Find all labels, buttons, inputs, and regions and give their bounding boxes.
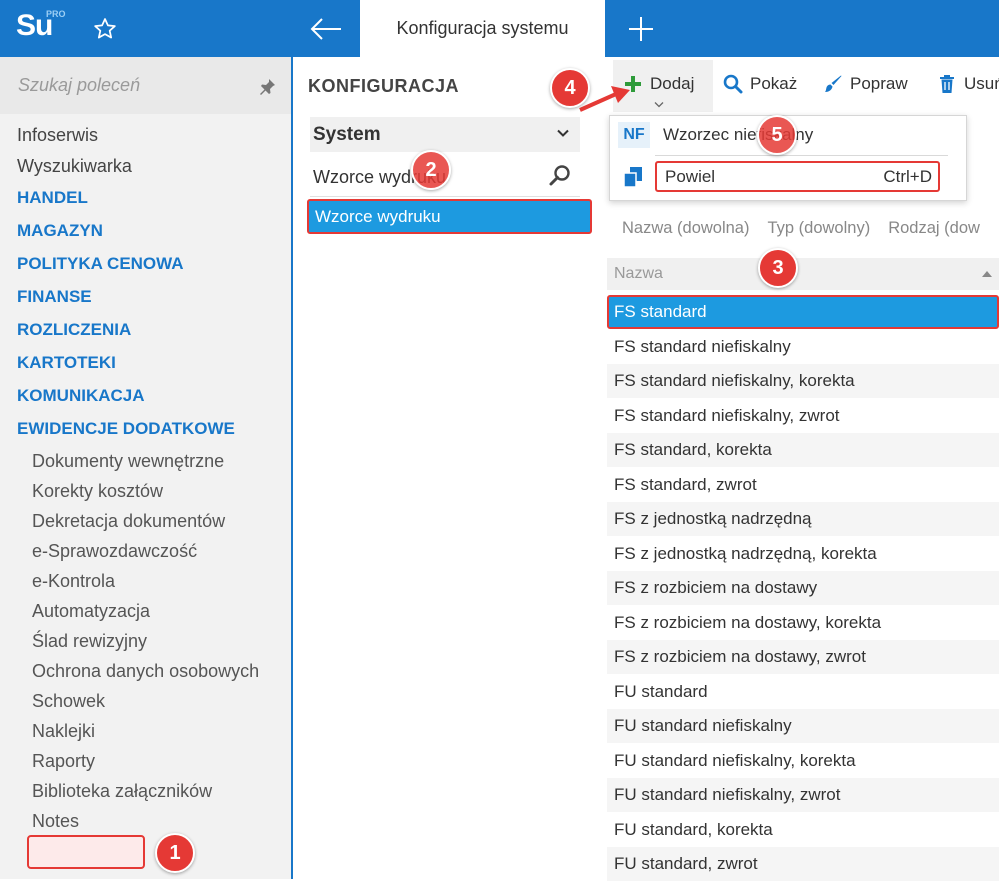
table-row[interactable]: FU standard, zwrot [607, 847, 999, 881]
table-row[interactable]: FS z rozbiciem na dostawy, korekta [607, 606, 999, 640]
search-icon[interactable] [548, 163, 572, 187]
add-button-label: Dodaj [650, 74, 695, 93]
menu-item-powiel-shortcut: Ctrl+D [883, 166, 932, 186]
pin-icon[interactable] [258, 78, 276, 96]
table-row[interactable]: FS z rozbiciem na dostawy, zwrot [607, 640, 999, 674]
sidebar-item[interactable]: POLITYKA CENOWA [17, 254, 184, 274]
table-row[interactable]: FS z rozbiciem na dostawy [607, 571, 999, 605]
tab-konfiguracja-systemu[interactable]: Konfiguracja systemu [360, 0, 605, 57]
filter-type[interactable]: Typ (dowolny) [767, 219, 870, 238]
column-header-label: Nazwa [614, 265, 663, 282]
table-row[interactable]: FS standard niefiskalny, korekta [607, 364, 999, 398]
edit-button-label: Popraw [850, 74, 908, 93]
table-row[interactable]: FS z jednostką nadrzędną, korekta [607, 537, 999, 571]
sidebar-item[interactable]: Wyszukiwarka [17, 156, 132, 177]
star-icon [94, 17, 116, 38]
sidebar-item[interactable]: Naklejki [32, 721, 95, 742]
chevron-down-icon[interactable] [654, 101, 664, 108]
duplicate-icon [623, 167, 642, 188]
brush-icon [825, 75, 842, 92]
table-row[interactable]: FS standard niefiskalny, zwrot [607, 399, 999, 433]
sidebar-item[interactable]: FINANSE [17, 287, 92, 307]
sidebar-item[interactable]: Infoserwis [17, 125, 98, 146]
sidebar-item[interactable]: e-Sprawozdawczość [32, 541, 197, 562]
sidebar-item[interactable]: Dekretacja dokumentów [32, 511, 225, 532]
command-search-input[interactable] [18, 75, 248, 96]
sidebar-item[interactable]: Dokumenty wewnętrzne [32, 451, 224, 472]
system-select[interactable]: System [310, 117, 580, 152]
chevron-down-icon [557, 129, 569, 137]
sidebar-item[interactable]: KARTOTEKI [17, 353, 116, 373]
table-row[interactable]: FU standard niefiskalny, korekta [607, 744, 999, 778]
system-select-value: System [313, 123, 381, 145]
show-button[interactable]: Pokaż [723, 74, 797, 94]
sidebar-item[interactable]: Korekty kosztów [32, 481, 163, 502]
trash-icon [940, 75, 954, 93]
magnifier-icon [723, 74, 743, 94]
logo-badge: PRO [46, 9, 66, 19]
column-header-nazwa[interactable]: Nazwa [607, 258, 999, 290]
sidebar-item[interactable]: Ochrona danych osobowych [32, 661, 259, 682]
back-button[interactable] [292, 0, 360, 57]
sidebar-item[interactable]: MAGAZYN [17, 221, 103, 241]
edit-button[interactable]: Popraw [823, 74, 908, 94]
filter-name[interactable]: Nazwa (dowolna) [622, 219, 749, 238]
step-marker-5: 5 [757, 115, 797, 155]
step-marker-2: 2 [411, 150, 451, 190]
step-marker-4: 4 [550, 68, 590, 108]
sort-ascending-icon [982, 271, 992, 277]
table-row[interactable]: FU standard [607, 675, 999, 709]
sidebar-item[interactable]: Biblioteka załączników [32, 781, 212, 802]
sidebar-item[interactable]: e-Kontrola [32, 571, 115, 592]
favorites-button[interactable] [72, 0, 138, 57]
filter-kind[interactable]: Rodzaj (dow [888, 219, 980, 238]
menu-item-powiel[interactable]: Powiel Ctrl+D [655, 161, 940, 192]
menu-divider [655, 155, 948, 156]
konfiguracja-highlight [27, 835, 145, 869]
delete-button-label: Usuń [964, 74, 999, 93]
config-title: KONFIGURACJA [308, 76, 460, 96]
sidebar-item[interactable]: Ślad rewizyjny [32, 631, 147, 652]
step-marker-3: 3 [758, 248, 798, 288]
table-row[interactable]: FS z jednostką nadrzędną [607, 502, 999, 536]
sidebar-item[interactable]: EWIDENCJE DODATKOWE [17, 419, 235, 439]
sidebar-item[interactable]: KOMUNIKACJA [17, 386, 145, 406]
sidebar-item[interactable]: Automatyzacja [32, 601, 150, 622]
table-row[interactable]: FU standard, korekta [607, 813, 999, 847]
table-row[interactable]: FS standard, korekta [607, 433, 999, 467]
table-row[interactable]: FS standard [607, 295, 999, 329]
delete-button[interactable]: Usuń [937, 74, 999, 94]
command-search-bar [0, 57, 291, 114]
sidebar-item[interactable]: Notes [32, 811, 79, 832]
tree-item-wzorce-wydruku[interactable]: Wzorce wydruku [307, 199, 592, 234]
step-marker-1: 1 [155, 833, 195, 873]
table-row[interactable]: FU standard niefiskalny, zwrot [607, 778, 999, 812]
sidebar-item[interactable]: ROZLICZENIA [17, 320, 131, 340]
sidebar-item[interactable]: HANDEL [17, 188, 88, 208]
plus-icon [629, 16, 653, 41]
show-button-label: Pokaż [750, 74, 798, 93]
arrow-left-icon [310, 17, 341, 40]
sidebar-item[interactable]: Schowek [32, 691, 105, 712]
new-tab-button[interactable] [605, 0, 677, 57]
table-row[interactable]: FS standard niefiskalny [607, 330, 999, 364]
table-row[interactable]: FU standard niefiskalny [607, 709, 999, 743]
filters-row: Nazwa (dowolna) Typ (dowolny) Rodzaj (do… [622, 219, 980, 238]
nf-badge: NF [618, 122, 650, 148]
sidebar-item[interactable]: Raporty [32, 751, 95, 772]
app-logo[interactable]: Su PRO [0, 0, 72, 57]
table-row[interactable]: FS standard, zwrot [607, 468, 999, 502]
menu-item-powiel-label: Powiel [665, 166, 716, 186]
